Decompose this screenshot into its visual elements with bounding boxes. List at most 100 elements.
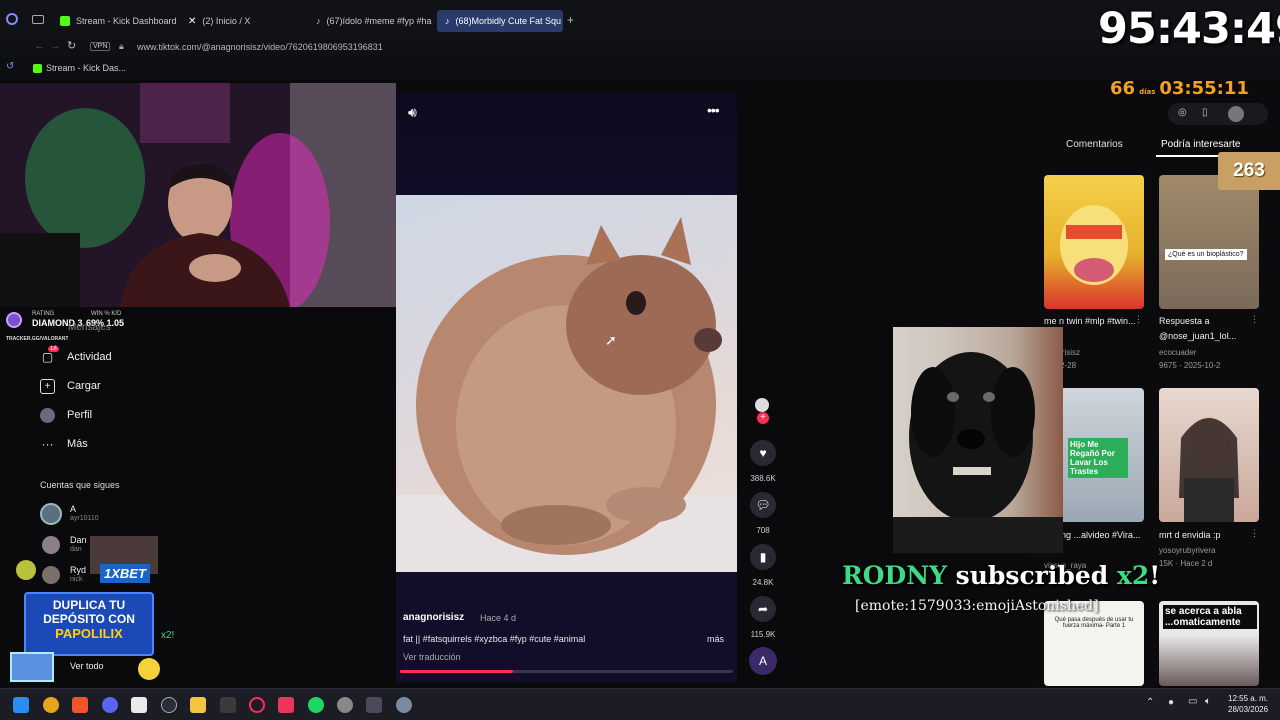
sound-avatar-button[interactable]: A [749,647,777,675]
reload-icon[interactable]: ↻ [67,39,76,52]
comment-count: 708 [756,526,770,535]
tab-tiktok-idolo[interactable]: ♪ (67)ídolo #meme #fyp #ha [308,10,434,32]
dog-reaction-image [893,327,1063,553]
back-icon[interactable]: ← [34,40,45,52]
compass-icon[interactable]: ◎ [1178,107,1187,118]
coin-app-icon[interactable] [43,697,59,713]
person-photo [1179,417,1239,522]
creator-avatar[interactable] [755,398,769,412]
following-title: Cuentas que sigues [40,480,120,490]
volume-icon[interactable]: 🔊︎ [408,104,417,121]
webcam-feed [0,83,396,307]
promo-overlay: 1XBET DUPLICA TU DEPÓSITO CON PAPOLILIX … [0,534,190,684]
thumb-caption: Qué pasa después de usar tu fuerza máxim… [1054,617,1134,629]
video-card-thumb[interactable]: ¿Qué es un bioplástico? [1159,175,1259,309]
folder-icon[interactable] [190,697,206,713]
volume-icon[interactable]: 🔈︎ [1205,696,1211,707]
gamepad-icon[interactable] [220,697,236,713]
video-card-thumb[interactable]: se acerca a abla ...omaticamente [1159,601,1259,686]
avatar [40,503,62,525]
spotify-icon[interactable] [308,697,324,713]
network-icon[interactable]: ▭ [1188,696,1197,707]
taskbar-time[interactable]: 12:55 a. m. [1228,694,1268,703]
card-meta: 9675 · 2025-10-2 [1159,361,1221,370]
tab-x-home[interactable]: ✕ (2) Inicio / X [180,10,300,32]
bookmarks-bar: ↺ Stream - Kick Das... [0,58,1280,80]
more-options-icon[interactable]: ⋮ [1134,314,1143,325]
tab-kick-dashboard[interactable]: Stream - Kick Dashboard [52,10,178,32]
card-title[interactable]: mrt d envidia :p [1159,528,1259,543]
more-options-icon[interactable]: ⋮ [1250,528,1259,539]
share-button[interactable]: ➦ [750,596,776,622]
card-title[interactable]: Respuesta a @nose_juan1_lol... [1159,314,1259,344]
subathon-timer: 95:43:49 [1098,4,1280,54]
save-button[interactable]: ▮ [750,544,776,570]
card-author: ecocuader [1159,348,1197,357]
video-card-thumb[interactable] [1044,175,1144,309]
coin-icon [138,658,160,680]
bookmark-icon: ▮ [759,550,767,564]
comment-button[interactable]: 💬︎ [750,492,776,518]
activity-badge: 18 [48,346,59,352]
store-icon[interactable] [131,697,147,713]
workspaces-icon[interactable] [32,15,44,24]
more-options-icon[interactable]: ••• [707,102,720,118]
steam-icon[interactable] [161,697,177,713]
translate-link[interactable]: Ver traducción [403,652,461,662]
avatar[interactable] [1228,106,1244,122]
sidebar-item-mensajes[interactable]: Mensajes [68,322,111,333]
speed-dial-icon[interactable]: ↺ [6,61,14,72]
taskbar-date[interactable]: 28/03/2026 [1228,705,1268,714]
video-card-thumb[interactable] [1159,388,1259,522]
more-options-icon[interactable]: ⋮ [1250,314,1259,325]
thumb-caption: ¿Qué es un bioplástico? [1165,249,1247,260]
x-logo-icon: ✕ [188,15,197,27]
new-tab-button[interactable]: + [567,13,574,27]
windows-start-icon[interactable] [13,697,29,713]
video-author[interactable]: anagnorisisz [403,612,464,623]
nav-label: Actividad [67,351,112,363]
mic-icon[interactable]: ● [1168,697,1174,708]
discord-icon[interactable] [102,697,118,713]
caption-more-button[interactable]: más [707,634,724,644]
sidebar-item-mas[interactable]: ··· Más [40,434,88,454]
share-count: 115.9K [750,630,776,639]
following-item[interactable]: A ayr10110 [40,503,180,527]
lock-icon: 🔒︎ [119,41,124,51]
sub-alert-name: RODNY [842,561,947,590]
address-bar-row: ← → ↻ VPN 🔒︎ www.tiktok.com/@anagnorisis… [0,38,1280,58]
tab-podria-interesarte[interactable]: Podría interesarte [1161,139,1241,150]
winrate-label: WIN % K/D [91,311,122,317]
tab-comentarios[interactable]: Comentarios [1066,139,1123,150]
tiktok-icon: ♪ [445,16,450,26]
sub-alert-mult: x2 [1116,561,1150,590]
opera-gx-icon[interactable] [249,697,265,713]
brave-icon[interactable] [72,697,88,713]
bookmark-kick[interactable]: Stream - Kick Das... [46,63,126,73]
forward-icon[interactable]: → [50,40,61,52]
tab-tiktok-squirrel[interactable]: ♪ (68)Morbidly Cute Fat Squ [437,10,563,32]
thumb-caption: se acerca a abla ...omaticamente [1163,605,1257,629]
webcam-scene [0,83,396,307]
tiktok-icon[interactable] [278,697,294,713]
video-time: Hace 4 d [480,613,517,623]
settings-gear-icon[interactable] [396,697,412,713]
follow-plus-button[interactable]: + [757,412,769,424]
vpn-badge[interactable]: VPN [90,42,111,51]
app-icon[interactable] [337,697,353,713]
sidebar-item-perfil[interactable]: Perfil [40,405,92,425]
sidebar-item-cargar[interactable]: + Cargar [40,376,101,396]
dog-photo [893,352,1063,553]
phone-icon[interactable]: ▯ [1202,107,1208,118]
rank-label: RATING [32,311,55,317]
video-frame-image[interactable] [396,195,737,572]
nav-label: Más [67,438,88,450]
opera-logo-icon[interactable] [6,13,18,25]
days-time: 03:55:11 [1159,78,1249,99]
like-button[interactable]: ♥ [750,440,776,466]
following-name: A [70,504,77,514]
days-timer: 66 días 03:55:11 [1110,78,1249,100]
tray-chevron-icon[interactable]: ⌃ [1146,697,1154,708]
url-field[interactable]: www.tiktok.com/@anagnorisisz/video/76206… [137,42,383,52]
app-icon[interactable] [366,697,382,713]
